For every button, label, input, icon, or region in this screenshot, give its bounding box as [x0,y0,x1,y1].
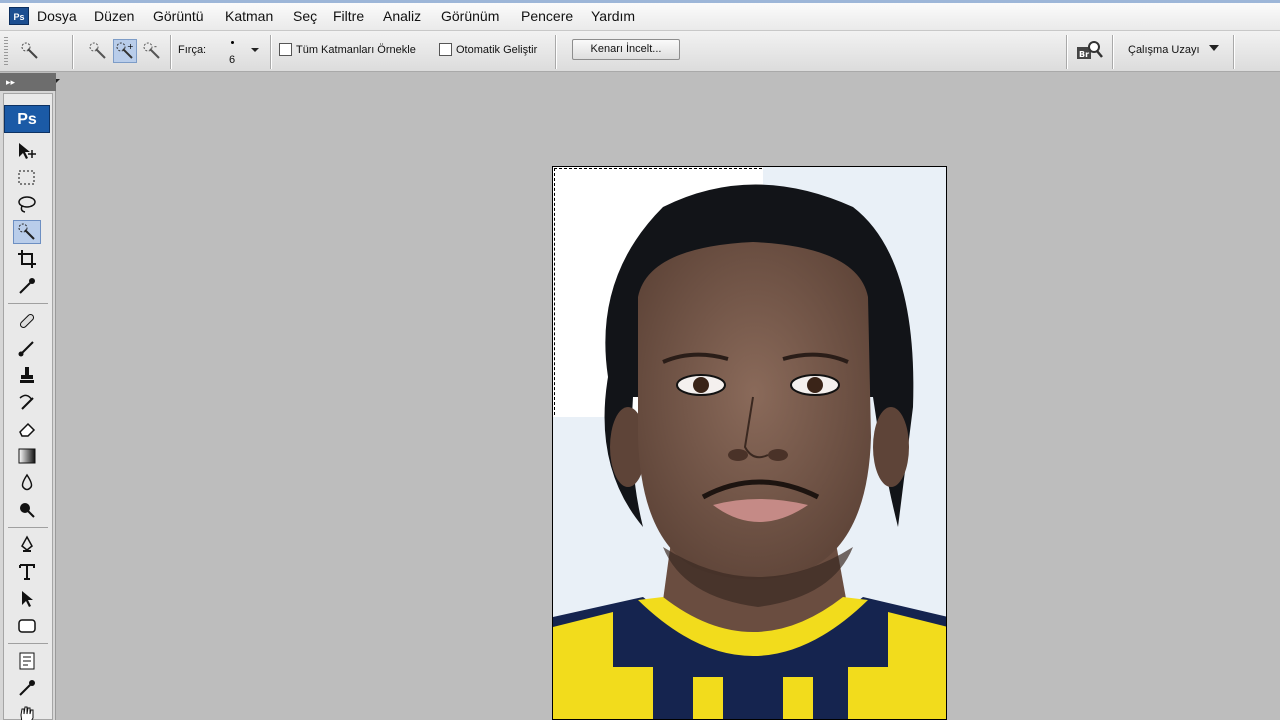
type-tool[interactable] [13,560,41,584]
pen-tool[interactable] [13,533,41,557]
dodge-icon [20,503,35,518]
shape-icon [18,619,36,633]
svg-text:-: - [154,42,157,51]
svg-text:Br: Br [1079,50,1089,59]
brush-tool[interactable] [13,336,41,360]
clone-stamp-icon [20,367,34,383]
tool-divider [8,643,48,644]
brush-add-icon: + [116,42,134,59]
menu-bar: Ps Dosya Düzen Görüntü Katman Seç Filtre… [0,0,1280,31]
brush-size: 6 [228,54,236,66]
divider [1066,35,1067,69]
healing-brush-tool[interactable] [13,309,41,333]
toolbox-collapse[interactable]: ▸▸ [0,73,56,91]
photoshop-logo[interactable]: Ps [4,105,50,133]
brush-subtract-icon: - [143,42,160,59]
type-icon [19,564,35,580]
app-icon[interactable]: Ps [9,7,29,25]
toolbox: ▸▸ Ps [0,73,56,720]
sample-all-layers-label: Tüm Katmanları Örnekle [296,44,416,56]
healing-brush-icon [19,313,35,329]
hand-tool[interactable] [13,703,41,720]
auto-enhance-checkbox[interactable] [439,43,452,56]
menu-sec[interactable]: Seç [293,8,317,24]
refine-edge-button[interactable]: Kenarı İncelt... [572,39,680,60]
workspace-chevron-icon[interactable] [1209,45,1219,51]
auto-enhance-label: Otomatik Geliştir [456,44,538,56]
brush-selection-icon [89,42,106,59]
divider [170,35,171,69]
crop-tool[interactable] [13,247,41,271]
options-grip[interactable] [4,37,8,67]
path-selection-tool[interactable] [13,587,41,611]
menu-pencere[interactable]: Pencere [521,8,573,24]
shape-tool[interactable] [13,614,41,638]
move-icon [19,143,36,159]
quick-selection-icon [21,42,38,59]
menu-analiz[interactable]: Analiz [383,8,421,24]
notes-icon [19,652,35,670]
history-brush-tool[interactable] [13,390,41,414]
quick-selection-icon [18,223,35,240]
eyedropper-icon [19,278,35,294]
eraser-icon [19,422,36,437]
hand-icon [20,706,34,720]
tool-divider [8,303,48,304]
divider [1233,35,1234,69]
menu-dosya[interactable]: Dosya [37,8,77,24]
add-to-selection-button[interactable]: + [113,39,137,63]
color-sampler-tool[interactable] [13,676,41,700]
lasso-tool[interactable] [13,193,41,217]
divider [270,35,271,69]
dodge-tool[interactable] [13,498,41,522]
menu-duzen[interactable]: Düzen [94,8,134,24]
menu-gorunum[interactable]: Görünüm [441,8,499,24]
divider [72,35,73,69]
brush-picker[interactable]: 6 [224,38,240,68]
divider [1112,35,1113,69]
blur-tool[interactable] [13,471,41,495]
selection-marquee [554,168,762,415]
subtract-from-selection-button[interactable]: - [140,39,164,63]
document-canvas[interactable] [552,166,947,720]
tool-preset-picker[interactable] [18,39,42,63]
tool-divider [8,527,48,528]
gradient-tool[interactable] [13,444,41,468]
eyedropper-tool[interactable] [13,274,41,298]
sample-all-layers-checkbox[interactable] [279,43,292,56]
brush-dot-icon [230,41,234,44]
eraser-tool[interactable] [13,417,41,441]
history-brush-icon [19,394,34,410]
brush-icon [18,341,34,357]
marquee-tool[interactable] [13,166,41,190]
gradient-icon [18,448,36,464]
notes-tool[interactable] [13,649,41,673]
menu-goruntu[interactable]: Görüntü [153,8,204,24]
chevron-down-icon[interactable] [251,48,259,52]
workspace-menu[interactable]: Çalışma Uzayı [1128,44,1200,56]
bridge-button[interactable]: Br [1075,39,1105,63]
blur-icon [21,473,33,491]
crop-icon [18,250,36,268]
quick-selection-tool[interactable] [13,220,41,244]
options-bar: + - Fırça: 6 Tüm Katmanları Örnekle Otom… [0,31,1280,83]
menu-yardim[interactable]: Yardım [591,8,635,24]
svg-text:+: + [127,42,134,51]
divider [555,35,556,69]
new-selection-button[interactable] [86,39,110,63]
lasso-icon [18,196,36,213]
bridge-search-icon: Br [1077,41,1103,59]
menu-filtre[interactable]: Filtre [333,8,364,24]
clone-stamp-tool[interactable] [13,363,41,387]
color-sampler-icon [19,680,35,696]
brush-label: Fırça: [178,44,207,56]
marquee-icon [18,170,35,185]
path-selection-icon [22,591,33,607]
menu-katman[interactable]: Katman [225,8,273,24]
move-tool[interactable] [13,139,41,163]
pen-icon [21,535,33,552]
